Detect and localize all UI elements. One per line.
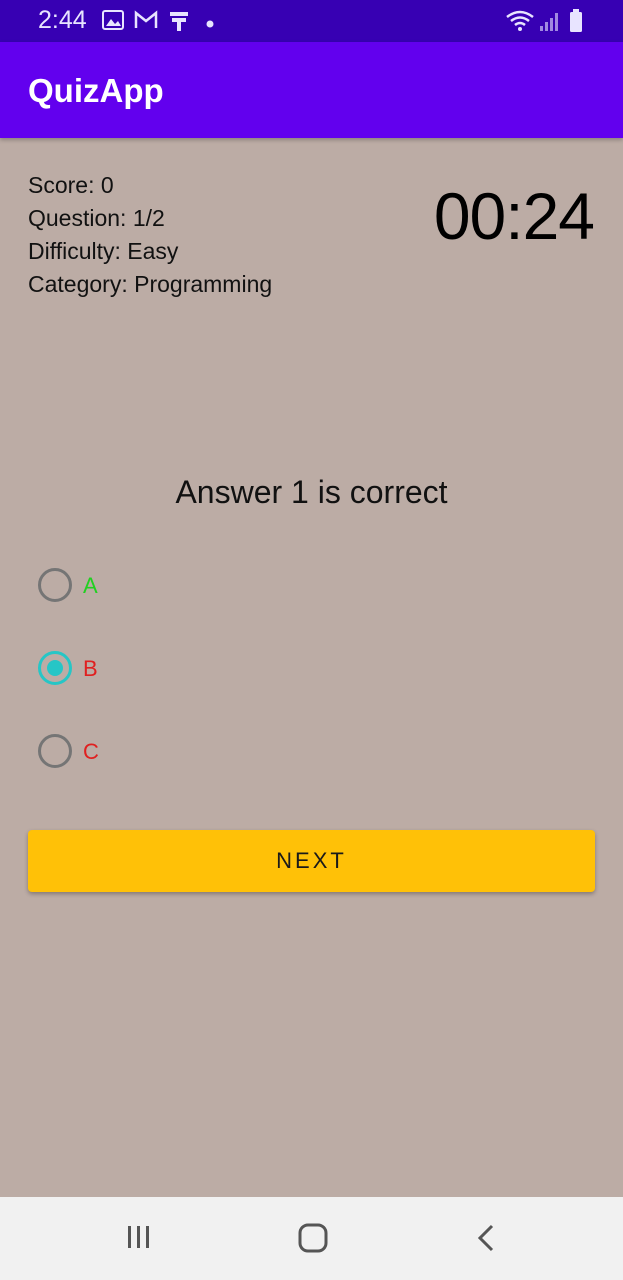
gmail-icon <box>134 10 158 35</box>
category-label: Category: Programming <box>28 271 273 297</box>
difficulty-label: Difficulty: Easy <box>28 238 179 264</box>
radio-checked-icon <box>38 651 72 685</box>
radio-dot-icon <box>47 660 63 676</box>
option-a-radio[interactable]: A <box>38 568 238 604</box>
option-a-label: A <box>83 573 98 598</box>
question-text: Answer 1 is correct <box>175 474 448 510</box>
question-counter: Question: 1/2 <box>28 205 165 231</box>
app-title: QuizApp <box>28 72 164 109</box>
cell-signal-icon <box>539 12 561 37</box>
recent-apps-icon[interactable] <box>126 1224 152 1255</box>
battery-icon <box>569 9 583 38</box>
countdown-timer: 00:24 <box>433 179 595 253</box>
notification-dot-icon <box>205 16 215 34</box>
next-button[interactable]: NEXT <box>28 830 595 892</box>
radio-circle-icon <box>38 734 72 768</box>
wifi-icon <box>505 9 535 38</box>
status-bar: 2:44 <box>0 0 623 42</box>
option-c-label: C <box>83 739 99 764</box>
signal-booster-icon <box>168 10 190 37</box>
app-bar: QuizApp <box>0 42 623 138</box>
status-time: 2:44 <box>38 6 87 34</box>
option-c-radio[interactable]: C <box>38 734 238 770</box>
option-b-label: B <box>83 656 98 681</box>
score-label: Score: 0 <box>28 172 114 198</box>
radio-circle-icon <box>38 568 72 602</box>
option-b-radio[interactable]: B <box>38 651 238 687</box>
navigation-bar <box>0 1197 623 1280</box>
gallery-icon <box>102 10 124 35</box>
home-icon[interactable] <box>298 1223 328 1258</box>
back-icon[interactable] <box>476 1223 496 1258</box>
